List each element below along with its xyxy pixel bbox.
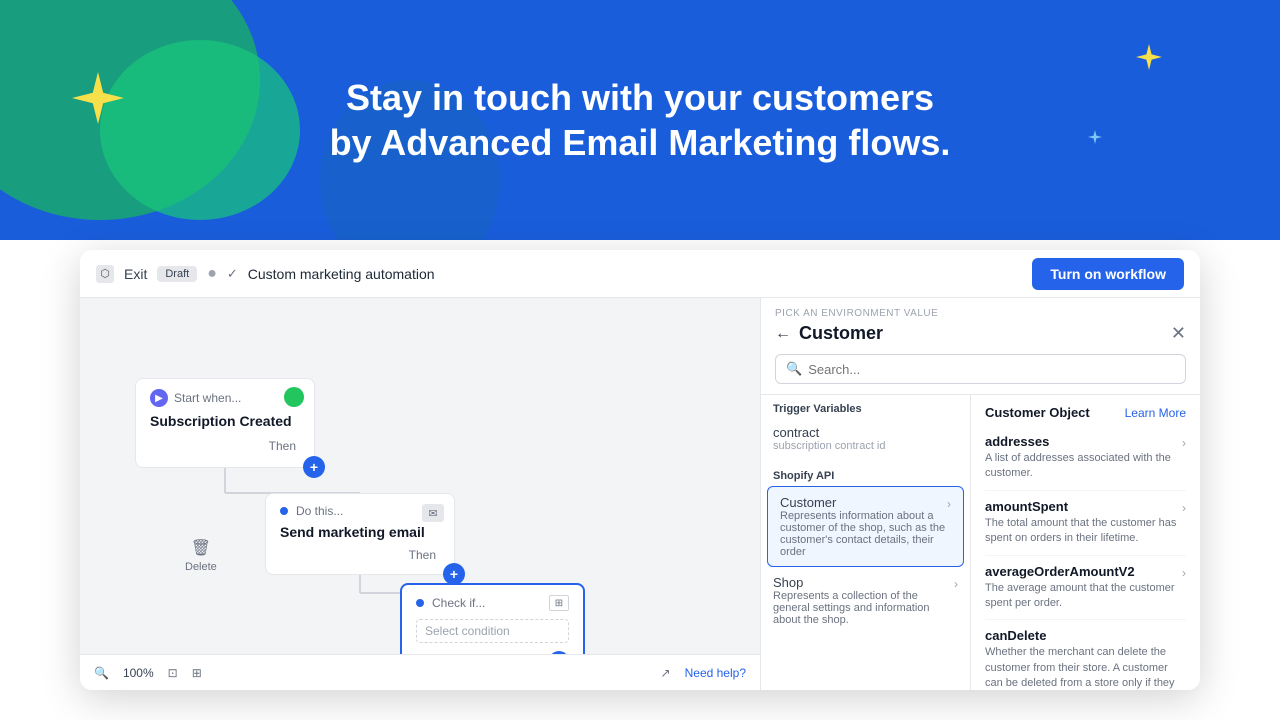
exit-button[interactable]: Exit [124,266,147,282]
right-panel-item-arrow: › [1182,436,1186,450]
right-column-title: Customer Object [985,405,1090,420]
search-icon: 🔍 [786,361,802,377]
right-panel-item[interactable]: canDelete Whether the merchant can delet… [985,620,1186,690]
zoom-icon: 🔍 [94,666,109,680]
right-column-header: Customer Object Learn More [985,405,1186,420]
right-panel-item-desc: A list of addresses associated with the … [985,451,1182,482]
panel-title-row: ← Customer ✕ [775,323,1186,344]
do-connector[interactable]: + [443,563,465,585]
customer-chevron: › [947,497,951,511]
delete-button[interactable]: 🗑 Delete [185,538,217,573]
right-panel-item-desc: Whether the merchant can delete the cust… [985,645,1186,690]
share-icon: ↗ [661,666,671,680]
right-panel-item-name: addresses [985,434,1182,449]
check-dot [416,599,424,607]
right-panel-item-name: amountSpent [985,499,1182,514]
right-panel-item[interactable]: addresses A list of addresses associated… [985,426,1186,491]
turn-on-workflow-button[interactable]: Turn on workflow [1032,258,1184,290]
right-panel-item-content: amountSpent The total amount that the cu… [985,499,1182,547]
start-node-title: Subscription Created [150,413,300,429]
panel-right-column: Customer Object Learn More addresses A l… [971,395,1200,690]
do-label: Do this... [296,504,343,518]
select-condition[interactable]: Select condition [416,619,569,643]
start-label: Start when... [174,391,241,405]
panel-title: Customer [799,323,883,344]
check-expand-icon: ⊞ [549,595,569,611]
right-panel-item-desc: The average amount that the customer spe… [985,581,1182,612]
right-panel-item-content: addresses A list of addresses associated… [985,434,1182,482]
email-icon: ✉ [422,504,444,522]
panel-close-button[interactable]: ✕ [1171,323,1186,344]
start-node-header: ▶ Start when... [150,389,300,407]
fit-icon: ⊡ [168,666,178,680]
search-box[interactable]: 🔍 [775,354,1186,384]
hero-star-small [1136,44,1162,70]
do-node: Do this... ✉ Send marketing email Then + [265,493,455,575]
canvas-bottom-bar: 🔍 100% ⊡ ⊞ ↗ Need help? [80,654,760,690]
do-node-header: Do this... [280,504,440,518]
customer-api-item[interactable]: Customer Represents information about a … [767,486,964,567]
start-green-dot [284,387,304,407]
canvas: ▶ Start when... Subscription Created The… [80,298,760,690]
hero-blob-2 [100,40,300,220]
panel-pick-label: PICK AN ENVIRONMENT VALUE [775,308,1186,319]
check-node-header: Check if... ⊞ [416,595,569,611]
shop-chevron: › [954,577,958,591]
main-card: ⬡ Exit Draft ● ✓ Custom marketing automa… [80,250,1200,690]
right-column-items: addresses A list of addresses associated… [985,426,1186,690]
do-dot [280,507,288,515]
zoom-value: 100% [123,666,154,680]
panel-left-column: Trigger Variables contract subscription … [761,395,971,690]
start-then-label: Then + [150,439,300,453]
panel-columns: Trigger Variables contract subscription … [761,394,1200,690]
topbar-left: ⬡ Exit Draft ● ✓ Custom marketing automa… [96,265,435,283]
start-icon: ▶ [150,389,168,407]
grid-icon: ⊞ [192,666,202,680]
hero-star-xs [1088,130,1102,144]
right-panel-item[interactable]: amountSpent The total amount that the cu… [985,491,1186,556]
topbar: ⬡ Exit Draft ● ✓ Custom marketing automa… [80,250,1200,298]
start-connector[interactable]: + [303,456,325,478]
shopify-api-section-label: Shopify API [761,462,970,486]
right-panel-item-content: averageOrderAmountV2 The average amount … [985,564,1182,612]
workflow-name: Custom marketing automation [248,266,435,282]
learn-more-link[interactable]: Learn More [1125,406,1186,420]
trash-icon: 🗑 [191,538,211,558]
start-node: ▶ Start when... Subscription Created The… [135,378,315,468]
right-panel-item-content: canDelete Whether the merchant can delet… [985,628,1186,690]
topbar-right: Turn on workflow [1032,258,1184,290]
hero-title: Stay in touch with your customers by Adv… [330,75,951,165]
right-panel-item-name: canDelete [985,628,1186,643]
draft-badge: Draft [157,266,197,282]
check-label: Check if... [432,596,485,610]
right-panel-item-arrow: › [1182,566,1186,580]
help-label[interactable]: Need help? [685,666,746,680]
do-node-title: Send marketing email [280,524,440,540]
shopify-api-section: Shopify API Customer Represents informat… [761,462,970,634]
exit-icon: ⬡ [96,265,114,283]
right-panel: PICK AN ENVIRONMENT VALUE ← Customer ✕ 🔍… [760,298,1200,690]
right-panel-item-desc: The total amount that the customer has s… [985,516,1182,547]
right-panel-item[interactable]: averageOrderAmountV2 The average amount … [985,556,1186,621]
contract-var-item[interactable]: contract subscription contract id [761,419,970,458]
right-panel-item-name: averageOrderAmountV2 [985,564,1182,579]
content-area: ▶ Start when... Subscription Created The… [80,298,1200,690]
trigger-variables-section-label: Trigger Variables [761,395,970,419]
right-panel-item-arrow: › [1182,501,1186,515]
panel-back-button[interactable]: ← [775,325,791,343]
panel-header: PICK AN ENVIRONMENT VALUE ← Customer ✕ [761,298,1200,354]
search-input[interactable] [808,362,1175,377]
do-then-label: Then + [280,548,440,562]
shop-api-item[interactable]: Shop Represents a collection of the gene… [761,567,970,634]
hero-section: Stay in touch with your customers by Adv… [0,0,1280,240]
